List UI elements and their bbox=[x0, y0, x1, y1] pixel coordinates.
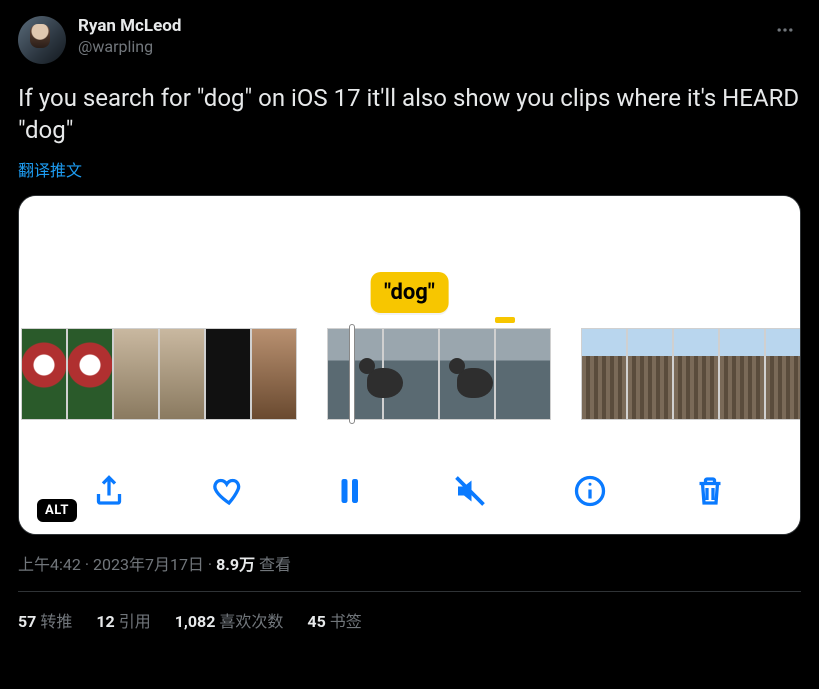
dog-silhouette-icon bbox=[457, 368, 493, 398]
tweet-date[interactable]: 2023年7月17日 bbox=[93, 555, 204, 574]
ellipsis-icon bbox=[775, 20, 795, 40]
tweet-time[interactable]: 上午4:42 bbox=[18, 555, 81, 574]
handle: @warpling bbox=[78, 37, 181, 56]
views-label: 查看 bbox=[259, 555, 291, 574]
mute-button[interactable] bbox=[449, 470, 491, 512]
stat-bookmarks[interactable]: 45书签 bbox=[307, 608, 361, 632]
clip-thumb[interactable] bbox=[205, 328, 251, 420]
info-icon bbox=[572, 473, 608, 509]
clip-thumb[interactable] bbox=[719, 328, 765, 420]
like-button[interactable] bbox=[208, 470, 250, 512]
clip-thumb[interactable] bbox=[627, 328, 673, 420]
pause-icon bbox=[331, 473, 367, 509]
info-button[interactable] bbox=[569, 470, 611, 512]
pause-button[interactable] bbox=[328, 470, 370, 512]
clip-thumb[interactable] bbox=[159, 328, 205, 420]
trash-icon bbox=[692, 473, 728, 509]
share-icon bbox=[91, 473, 127, 509]
views-count[interactable]: 8.9万 bbox=[216, 555, 255, 574]
heart-icon bbox=[211, 473, 247, 509]
media-toolbar bbox=[19, 470, 800, 512]
clip-group-active[interactable] bbox=[327, 328, 551, 420]
display-name: Ryan McLeod bbox=[78, 16, 181, 36]
tweet-stats: 57转推 12引用 1,082喜欢次数 45书签 bbox=[18, 592, 801, 632]
clip-thumb[interactable] bbox=[113, 328, 159, 420]
tweet-container: Ryan McLeod @warpling If you search for … bbox=[0, 0, 819, 642]
clip-thumb[interactable] bbox=[21, 328, 67, 420]
translate-link[interactable]: 翻译推文 bbox=[18, 157, 82, 181]
clip-thumb[interactable] bbox=[581, 328, 627, 420]
stat-quotes[interactable]: 12引用 bbox=[96, 608, 150, 632]
search-caption-bubble: "dog" bbox=[370, 272, 449, 313]
stat-retweets[interactable]: 57转推 bbox=[18, 608, 72, 632]
alt-badge[interactable]: ALT bbox=[37, 499, 77, 522]
clip-group[interactable] bbox=[21, 328, 297, 420]
delete-button[interactable] bbox=[689, 470, 731, 512]
tweet-text: If you search for "dog" on iOS 17 it'll … bbox=[18, 82, 801, 147]
avatar[interactable] bbox=[18, 16, 66, 64]
clip-group[interactable] bbox=[581, 328, 801, 420]
tweet-header: Ryan McLeod @warpling bbox=[18, 16, 801, 64]
clip-thumb[interactable] bbox=[67, 328, 113, 420]
clip-thumb[interactable] bbox=[673, 328, 719, 420]
speaker-muted-icon bbox=[452, 473, 488, 509]
caption-tick bbox=[495, 317, 515, 323]
playhead[interactable] bbox=[349, 324, 355, 424]
more-options-button[interactable] bbox=[769, 16, 801, 49]
clip-thumb[interactable] bbox=[495, 328, 551, 420]
share-button[interactable] bbox=[88, 470, 130, 512]
clip-thumb[interactable] bbox=[251, 328, 297, 420]
author-names[interactable]: Ryan McLeod @warpling bbox=[78, 16, 181, 56]
stat-likes[interactable]: 1,082喜欢次数 bbox=[175, 608, 284, 632]
dog-silhouette-icon bbox=[367, 368, 403, 398]
video-timeline-strip[interactable] bbox=[19, 328, 800, 420]
clip-thumb[interactable] bbox=[765, 328, 801, 420]
media-attachment[interactable]: "dog" bbox=[18, 195, 801, 535]
tweet-meta: 上午4:42 · 2023年7月17日 · 8.9万 查看 bbox=[18, 551, 801, 575]
media-content: "dog" bbox=[19, 196, 800, 534]
